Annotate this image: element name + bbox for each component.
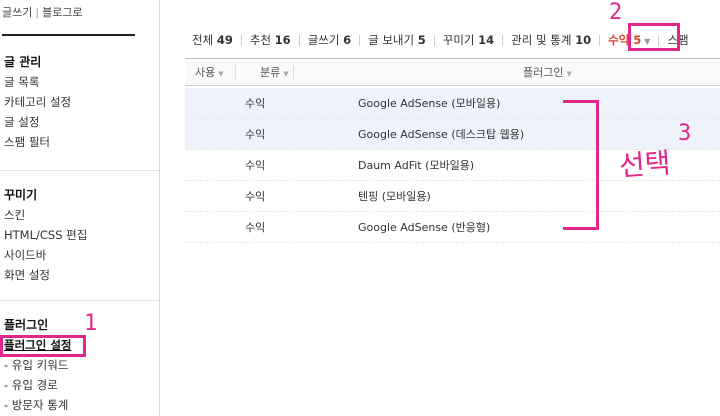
- annotation-step-3: 3: [678, 121, 692, 146]
- sidebar-item-inflow-paths[interactable]: - 유입 경로: [4, 375, 71, 395]
- row-category: 수익: [245, 190, 266, 203]
- plugin-table-header: 사용 ▼ 분류 ▼ 플러그인 ▼: [185, 58, 720, 86]
- column-header-category[interactable]: 분류 ▼: [260, 59, 289, 86]
- table-row[interactable]: 수익 Google AdSense (반응형): [185, 212, 720, 243]
- sidebar-item-spam-filter[interactable]: 스팸 필터: [4, 132, 71, 152]
- row-plugin-name[interactable]: 텐핑 (모바일용): [358, 181, 431, 212]
- sidebar-item-post-settings[interactable]: 글 설정: [4, 112, 71, 132]
- tab-all[interactable]: 전체 49: [192, 28, 233, 52]
- annotation-box-plugin-settings: [0, 335, 86, 357]
- tab-separator: [502, 35, 504, 46]
- sidebar-section-title: 꾸미기: [4, 188, 38, 202]
- tab-separator: [298, 35, 300, 46]
- row-category: 수익: [245, 97, 266, 110]
- sidebar-item-html-css-edit[interactable]: HTML/CSS 편집: [4, 225, 87, 245]
- sort-icon: ▼: [566, 70, 572, 78]
- annotation-select-label: 선택: [617, 146, 672, 183]
- tab-customize[interactable]: 꾸미기 14: [443, 28, 494, 52]
- tab-post-export[interactable]: 글 보내기 5: [368, 28, 426, 52]
- sidebar-item-category-settings[interactable]: 카테고리 설정: [4, 92, 71, 112]
- sidebar-item-post-list[interactable]: 글 목록: [4, 72, 71, 92]
- row-category: 수익: [245, 128, 266, 141]
- row-plugin-name[interactable]: Google AdSense (데스크탑 웹용): [358, 119, 524, 150]
- sidebar-divider: [0, 300, 159, 301]
- sidebar-item-sidebar[interactable]: 사이드바: [4, 245, 87, 265]
- table-row[interactable]: 수익 Google AdSense (데스크탑 웹용): [185, 119, 720, 150]
- column-header-plugin[interactable]: 플러그인 ▼: [523, 59, 572, 86]
- row-plugin-name[interactable]: Google AdSense (모바일용): [358, 88, 500, 119]
- sidebar-top-divider: [2, 34, 135, 36]
- annotation-bracket: [563, 100, 599, 230]
- write-post-link[interactable]: 글쓰기: [2, 6, 32, 19]
- sidebar-item-skin[interactable]: 스킨: [4, 205, 87, 225]
- sidebar-top-links: 글쓰기 | 블로그로: [2, 4, 83, 20]
- tab-separator: [433, 35, 435, 46]
- row-category: 수익: [245, 221, 266, 234]
- row-category: 수익: [245, 159, 266, 172]
- tab-separator: [359, 35, 361, 46]
- link-separator: |: [35, 6, 40, 19]
- tab-management-stats[interactable]: 관리 및 통계 10: [511, 28, 591, 52]
- tab-separator: [240, 35, 242, 46]
- annotation-step-1: 1: [84, 311, 98, 336]
- column-divider: [293, 65, 294, 79]
- sidebar-item-screen-settings[interactable]: 화면 설정: [4, 265, 87, 285]
- sidebar-item-visitor-stats[interactable]: - 방문자 통계: [4, 395, 71, 415]
- sidebar-divider: [0, 170, 159, 171]
- sidebar-section-customize: 꾸미기 스킨 HTML/CSS 편집 사이드바 화면 설정: [4, 185, 87, 285]
- row-plugin-name[interactable]: Google AdSense (반응형): [358, 212, 490, 243]
- sort-icon: ▼: [283, 70, 289, 78]
- row-plugin-name[interactable]: Daum AdFit (모바일용): [358, 150, 474, 181]
- column-divider: [235, 65, 236, 79]
- sidebar-section-plugins: 플러그인 플러그인 설정 - 유입 키워드 - 유입 경로 - 방문자 통계: [4, 315, 71, 415]
- plugin-category-tabs: 전체 49 추천 16 글쓰기 6글 보내기 5 꾸미기 14 관리 및 통계 10 수익…: [192, 28, 689, 52]
- sidebar-item-inflow-keywords[interactable]: - 유입 키워드: [4, 355, 71, 375]
- tab-recommended[interactable]: 추천 16: [250, 28, 291, 52]
- column-header-use[interactable]: 사용 ▼: [195, 59, 224, 86]
- sidebar-section-post-management: 글 관리 글 목록 카테고리 설정 글 설정 스팸 필터: [4, 52, 71, 152]
- tab-separator: [599, 35, 601, 46]
- table-row[interactable]: 수익 텐핑 (모바일용): [185, 181, 720, 212]
- annotation-box-revenue-tab: [628, 23, 680, 51]
- sidebar-section-title: 플러그인: [4, 318, 49, 332]
- table-row[interactable]: 수익 Google AdSense (모바일용): [185, 88, 720, 119]
- annotation-step-2: 2: [609, 0, 623, 25]
- go-to-blog-link[interactable]: 블로그로: [42, 6, 82, 19]
- sort-icon: ▼: [218, 70, 224, 78]
- tab-writing[interactable]: 글쓰기 6: [308, 28, 351, 52]
- sidebar-section-title: 글 관리: [4, 55, 42, 69]
